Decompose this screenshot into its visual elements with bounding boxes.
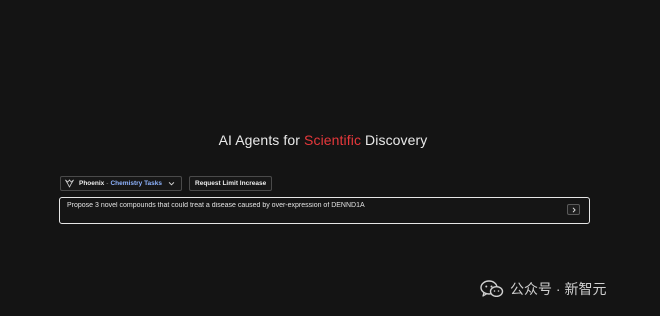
page-title: AI Agents for Scientific Discovery <box>0 132 646 148</box>
agent-name: Phoenix <box>79 179 105 187</box>
submit-button[interactable] <box>567 204 580 215</box>
prompt-input[interactable] <box>67 202 557 209</box>
title-suffix: Discovery <box>361 132 428 148</box>
watermark: 公众号 · 新智元 <box>480 279 606 299</box>
agent-selector-dropdown[interactable]: Phoenix - Chemistry Tasks <box>60 175 183 191</box>
agent-toolbar: Phoenix - Chemistry Tasks Request Limit … <box>60 175 273 191</box>
title-accent-word: Scientific <box>304 132 362 148</box>
agent-separator: - <box>106 179 109 187</box>
phoenix-logo-icon <box>65 178 74 188</box>
request-limit-increase-button[interactable]: Request Limit Increase <box>189 175 273 191</box>
chevron-down-icon <box>168 180 175 187</box>
chevron-right-icon <box>571 207 577 213</box>
task-name: Chemistry Tasks <box>110 179 163 187</box>
prompt-box <box>59 197 590 224</box>
page: AI Agents for Scientific Discovery Phoen… <box>0 0 660 316</box>
title-prefix: AI Agents for <box>218 132 305 148</box>
watermark-text: 公众号 · 新智元 <box>510 281 607 297</box>
wechat-icon <box>480 279 504 299</box>
